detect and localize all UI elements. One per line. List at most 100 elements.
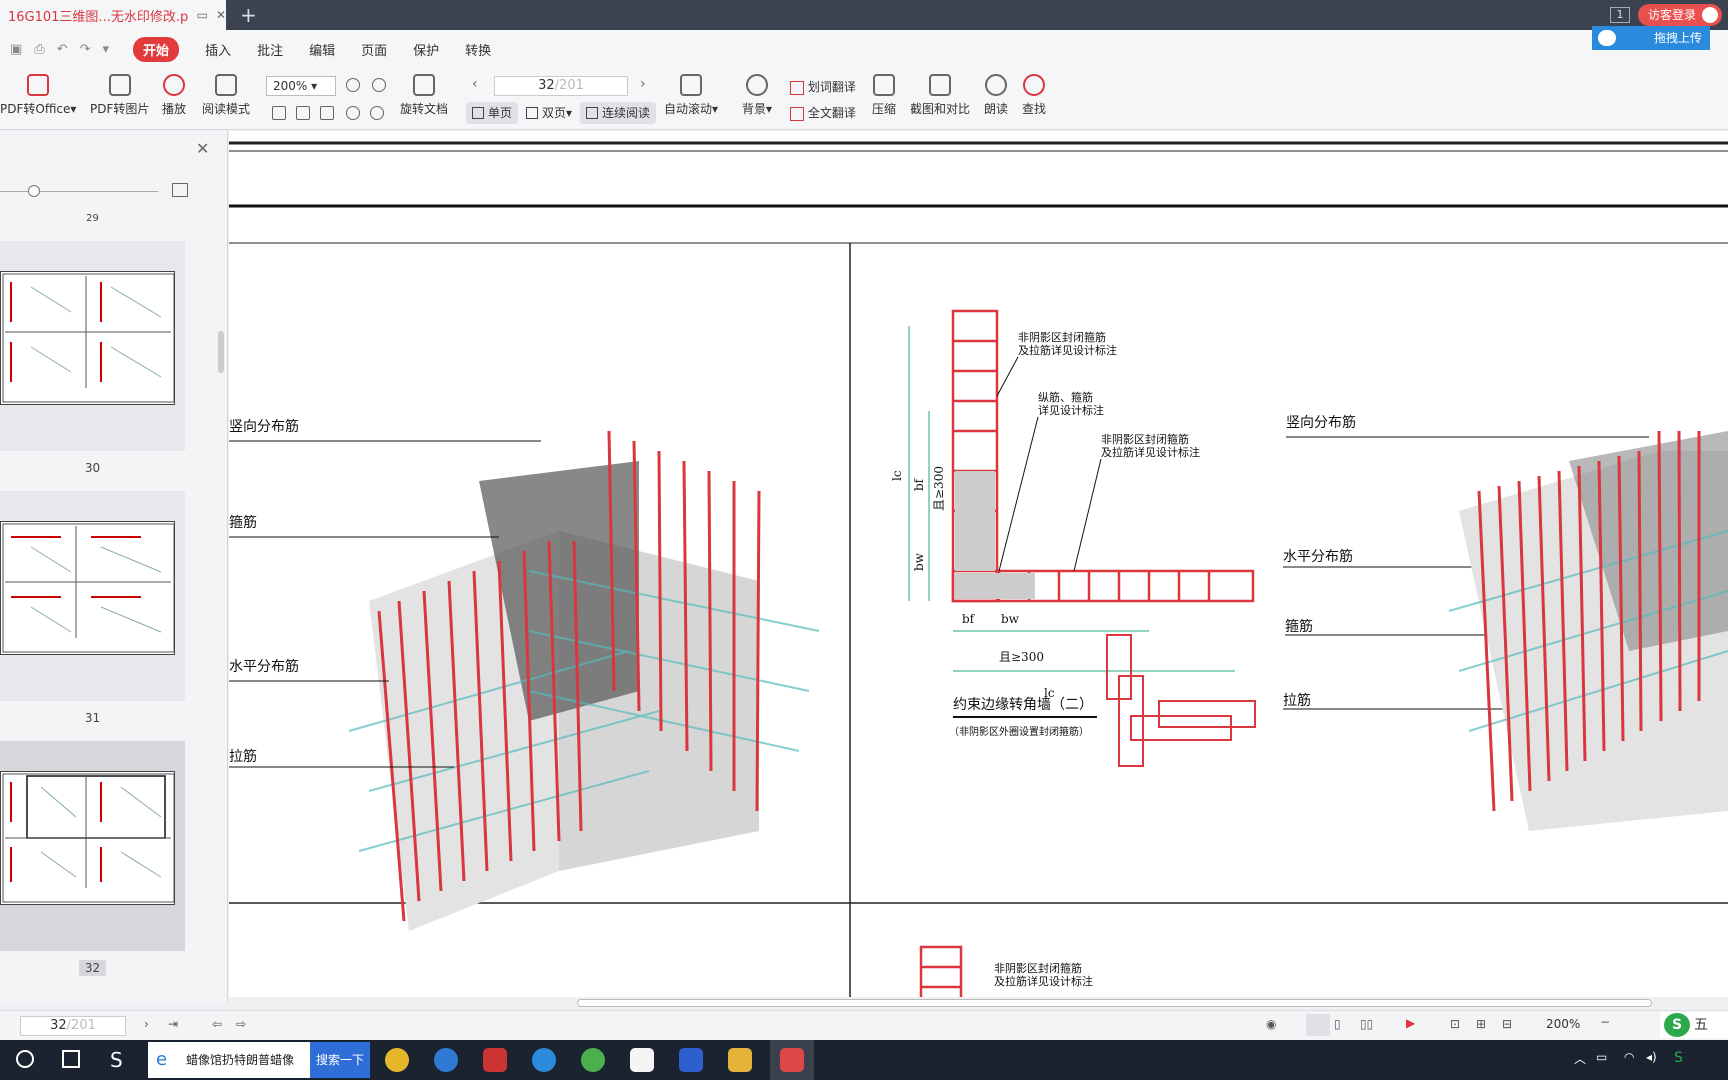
rotate-left-icon[interactable] — [346, 106, 360, 120]
status-bar: 32/201 › ⇥ ⇦ ⇨ ◉ ▯ ▯▯ ▶ ⊡ ⊞ ⊟ 200% − — [0, 1010, 1728, 1040]
pdf-to-office-button[interactable]: PDF转Office▾ — [0, 74, 76, 117]
sogou-pinyin-icon[interactable]: S — [110, 1048, 123, 1072]
play-slideshow-icon[interactable]: ▶ — [1406, 1016, 1415, 1030]
baidu-netdisk-icon[interactable] — [630, 1048, 654, 1072]
play-button[interactable]: 播放 — [162, 74, 186, 117]
zoom-select[interactable]: 200% ▾ — [266, 76, 336, 96]
slider-handle[interactable] — [28, 185, 40, 197]
full-translate-button[interactable]: 全文翻译 — [790, 104, 856, 121]
zoom-value: 200% — [273, 79, 308, 93]
chrome-icon[interactable] — [385, 1048, 409, 1072]
word-translate-button[interactable]: 划词翻译 — [790, 78, 856, 95]
document-tab[interactable]: 16G101三维图...无水印修改.pdf ▭ ✕ — [0, 0, 226, 30]
tray-expand-icon[interactable]: ︿ — [1574, 1050, 1586, 1067]
prev-page-icon[interactable]: ‹ — [472, 76, 478, 92]
double-view-icon[interactable]: ▯▯ — [1360, 1017, 1373, 1031]
sidebar-scrollbar[interactable] — [218, 331, 224, 373]
image-icon[interactable] — [172, 183, 188, 197]
page-number-input[interactable]: 32/201 — [494, 76, 628, 96]
adobe-icon[interactable] — [483, 1048, 507, 1072]
menu-protect[interactable]: 保护 — [413, 40, 439, 59]
visitor-login-button[interactable]: 访客登录 — [1637, 4, 1722, 26]
new-tab-button[interactable]: + — [240, 3, 257, 27]
battery-icon[interactable]: ▭ — [1596, 1050, 1607, 1064]
input-method-indicator[interactable]: S五 — [1660, 1012, 1728, 1038]
fit-page-icon[interactable] — [296, 106, 310, 120]
fit-width-icon[interactable] — [320, 106, 334, 120]
taskbar-search-box[interactable]: e 蜡像馆扔特朗普蜡像 — [148, 1042, 310, 1078]
compress-button[interactable]: 压缩 — [872, 74, 896, 117]
sogou-tray-icon[interactable]: S — [1674, 1050, 1683, 1066]
read-mode-button[interactable]: 阅读模式 — [202, 74, 250, 117]
actual-size-icon[interactable]: ⊡ — [1450, 1017, 1460, 1031]
pdf-to-image-button[interactable]: PDF转图片 — [90, 74, 149, 117]
taskbar-active-app[interactable] — [770, 1040, 814, 1080]
double-page-button[interactable]: 双页▾ — [520, 102, 578, 124]
volume-icon[interactable]: ◂) — [1646, 1050, 1657, 1064]
thumbnail-page-30[interactable] — [0, 241, 185, 451]
status-page-input[interactable]: 32/201 — [20, 1016, 126, 1036]
last-page-icon[interactable]: ⇥ — [168, 1017, 178, 1031]
next-page-icon[interactable]: › — [144, 1017, 149, 1031]
background-button[interactable]: 背景▾ — [742, 74, 772, 117]
taskbar-search-button[interactable]: 搜索一下 — [310, 1042, 370, 1078]
close-tab-icon[interactable]: ✕ — [216, 8, 226, 22]
menu-page[interactable]: 页面 — [361, 40, 387, 59]
task-view-icon[interactable] — [62, 1050, 80, 1068]
single-page-button[interactable]: 单页 — [466, 102, 519, 124]
rotate-right-icon[interactable] — [370, 106, 384, 120]
monitor-icon[interactable]: ▭ — [197, 8, 208, 22]
close-icon[interactable]: ✕ — [196, 139, 209, 158]
fit-actual-icon[interactable] — [272, 106, 286, 120]
wps-writer-icon[interactable] — [679, 1048, 703, 1072]
continuous-read-button[interactable]: 连续阅读 — [580, 102, 657, 124]
next-page-icon[interactable]: › — [640, 76, 646, 92]
menu-convert[interactable]: 转换 — [465, 40, 491, 59]
single-view-icon[interactable]: ▯ — [1334, 1017, 1341, 1031]
menu-insert[interactable]: 插入 — [205, 40, 231, 59]
document-tab-title: 16G101三维图...无水印修改.pdf — [8, 9, 189, 25]
eye-protect-icon[interactable]: ◉ — [1266, 1017, 1276, 1031]
fit-width-icon[interactable]: ⊟ — [1502, 1017, 1512, 1031]
thumbnail-image — [0, 771, 175, 905]
menu-annotate[interactable]: 批注 — [257, 40, 283, 59]
file-explorer-icon[interactable] — [728, 1048, 752, 1072]
wifi-icon[interactable]: ◠ — [1624, 1050, 1634, 1064]
undo-icon[interactable]: ↶ — [57, 42, 68, 57]
zoom-out-icon[interactable]: − — [1600, 1015, 1610, 1029]
window-count-badge[interactable]: 1 — [1609, 7, 1630, 23]
scrollbar-thumb[interactable] — [577, 999, 1652, 1007]
redo-icon[interactable]: ↷ — [80, 42, 91, 57]
avatar — [1702, 7, 1718, 23]
rotate-document-button[interactable]: 旋转文档 — [400, 74, 448, 117]
prev-view-icon[interactable]: ⇦ — [212, 1017, 222, 1031]
quick-access-dropdown-icon[interactable]: ▾ — [103, 42, 110, 57]
horizontal-scrollbar[interactable] — [229, 997, 1728, 1009]
zoom-in-icon[interactable] — [372, 78, 386, 92]
read-aloud-button[interactable]: 朗读 — [984, 74, 1008, 117]
menu-start[interactable]: 开始 — [133, 36, 180, 62]
find-icon — [1023, 74, 1045, 96]
zoom-out-icon[interactable] — [346, 78, 360, 92]
fit-page-icon[interactable]: ⊞ — [1476, 1017, 1486, 1031]
thumbnail-size-slider[interactable] — [0, 191, 158, 192]
continuous-view-icon[interactable] — [1306, 1014, 1330, 1036]
cortana-icon[interactable] — [16, 1050, 34, 1068]
dim-bw-vertical: bw — [912, 552, 926, 571]
note-longitudinal-stirrup: 纵筋、箍筋 — [1038, 390, 1093, 404]
360-browser-icon[interactable] — [581, 1048, 605, 1072]
drag-upload-button[interactable]: 拖拽上传 — [1592, 26, 1710, 50]
auto-scroll-button[interactable]: 自动滚动▾ — [664, 74, 718, 117]
menu-edit[interactable]: 编辑 — [309, 40, 335, 59]
find-button[interactable]: 查找 — [1022, 74, 1046, 117]
thumbnail-page-31[interactable] — [0, 491, 185, 701]
screenshot-compare-button[interactable]: 截图和对比 — [910, 74, 970, 117]
print-icon[interactable]: ⎙ — [34, 42, 44, 57]
status-zoom[interactable]: 200% — [1546, 1017, 1580, 1031]
sogou-browser-icon[interactable] — [434, 1048, 458, 1072]
ime-label: 五 — [1694, 1017, 1708, 1033]
edge-icon[interactable] — [532, 1048, 556, 1072]
next-view-icon[interactable]: ⇨ — [236, 1017, 246, 1031]
thumbnail-page-32[interactable] — [0, 741, 185, 951]
save-icon[interactable]: ▣ — [10, 42, 22, 57]
